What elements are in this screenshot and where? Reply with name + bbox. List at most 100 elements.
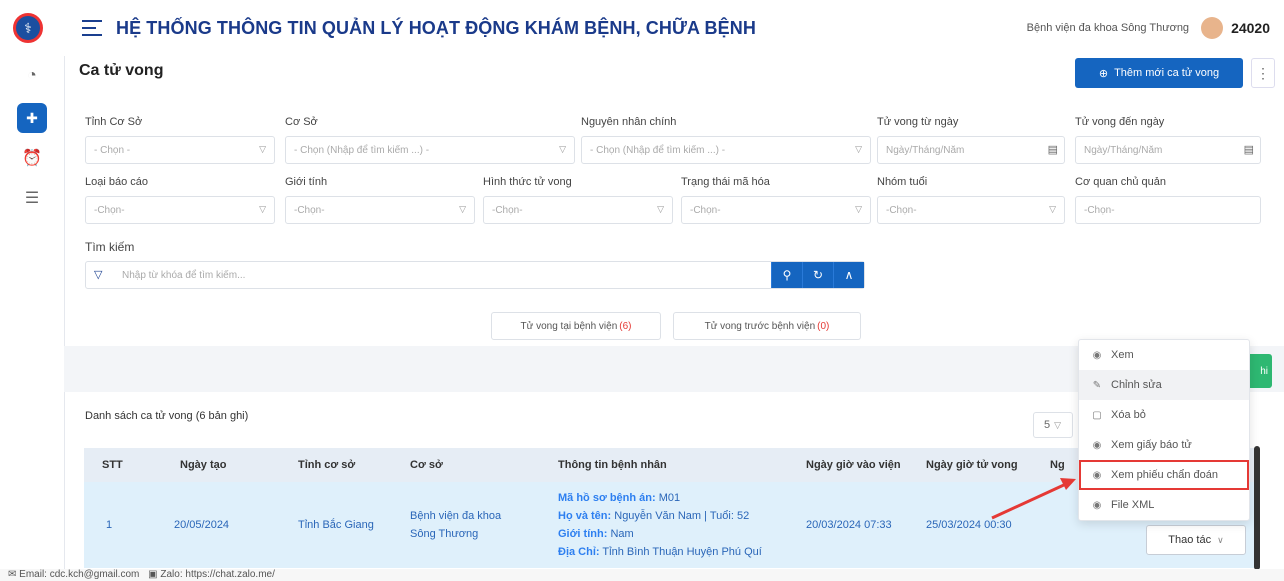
cell-vao-vien: 20/03/2024 07:33 (806, 519, 892, 531)
sidebar: ◔ ✚ ⏰ ☰ (0, 56, 64, 581)
table-scrollbar[interactable] (1254, 446, 1260, 570)
co-so-select[interactable]: - Chọn (Nhập để tìm kiếm ...) - ▽ (285, 136, 575, 164)
chevron-down-icon: ▽ (259, 144, 266, 154)
chevron-down-icon: ▽ (259, 204, 266, 214)
nhom-tuoi-select[interactable]: -Chọn- ▽ (877, 196, 1065, 224)
menu-item-xml[interactable]: ◉ File XML (1079, 490, 1249, 520)
eye-icon: ◉ (1092, 499, 1102, 511)
footer-zalo[interactable]: Zalo: https://chat.zalo.me/ (160, 569, 275, 580)
eye-icon: ◉ (1092, 469, 1102, 481)
col-stt: STT (102, 459, 123, 471)
alarm-icon: ⏰ (22, 150, 42, 167)
filter-panel: Ca tử vong ⊕ Thêm mới ca tử vong ⋮ Tỉnh … (64, 56, 1284, 346)
filter-label-co-quan: Cơ quan chủ quản (1075, 176, 1167, 188)
sidebar-item-list[interactable]: ☰ (0, 178, 64, 218)
refresh-button[interactable]: ↻ (802, 262, 833, 288)
top-header: ⚕ HỆ THỐNG THÔNG TIN QUẢN LÝ HOẠT ĐỘNG K… (0, 0, 1284, 56)
zalo-icon: ▣ (148, 569, 158, 580)
kebab-icon: ⋮ (1256, 64, 1270, 81)
chevron-down-icon: ▽ (855, 204, 862, 214)
calendar-icon: ▤ (1047, 144, 1058, 156)
eye-icon: ◉ (1092, 349, 1102, 361)
cell-tu-vong: 25/03/2024 00:30 (926, 519, 1012, 531)
gioi-tinh-select[interactable]: -Chọn- ▽ (285, 196, 475, 224)
loai-bao-cao-select[interactable]: -Chọn- ▽ (85, 196, 275, 224)
den-ngay-datepicker[interactable]: Ngày/Tháng/Năm ▤ (1075, 136, 1261, 164)
col-co-so: Cơ sở (410, 459, 443, 471)
col-tu-vong: Ngày giờ tử vong (926, 459, 1018, 471)
chevron-up-icon: ∧ (844, 268, 854, 282)
col-vao-vien: Ngày giờ vào viện (806, 459, 901, 471)
cell-ngay-tao: 20/05/2024 (174, 519, 230, 531)
pencil-icon: ✎ (1092, 379, 1102, 391)
page-title: Ca tử vong (79, 62, 164, 79)
menu-item-diagnosis[interactable]: ◉ Xem phiếu chẩn đoán (1079, 460, 1249, 490)
chevron-down-icon: ▽ (657, 204, 664, 214)
action-menu: ◉ Xem ✎ Chỉnh sửa ▢ Xóa bỏ ◉ Xem giấy báo tử… (1078, 339, 1250, 521)
filter-label-trang-thai: Trạng thái mã hóa (681, 176, 770, 188)
calendar-icon: ▤ (1243, 144, 1254, 156)
cell-patient-info: Mã hồ sơ bệnh án: M01 Họ và tên: Nguyễn … (558, 492, 762, 558)
add-death-case-button[interactable]: ⊕ Thêm mới ca tử vong (1075, 58, 1243, 88)
avatar[interactable] (1201, 17, 1224, 39)
chevron-down-icon: ∨ (1217, 534, 1224, 545)
col-thong-tin: Thông tin bệnh nhân (558, 459, 667, 471)
list-icon: ☰ (24, 190, 40, 207)
trang-thai-select[interactable]: -Chọn- ▽ (681, 196, 871, 224)
filter-label-nhom-tuoi: Nhóm tuổi (877, 176, 928, 188)
hospital-icon: ✚ (17, 103, 47, 133)
filter-label-tinh: Tỉnh Cơ Sở (85, 116, 143, 128)
menu-item-delete[interactable]: ▢ Xóa bỏ (1079, 400, 1249, 430)
ministry-logo: ⚕ (0, 0, 56, 56)
action-dropdown-button[interactable]: Thao tác ∨ (1146, 525, 1246, 555)
cell-tinh: Tỉnh Bắc Giang (298, 519, 374, 531)
hospital-name: Bệnh viện đa khoa Sông Thương (1026, 22, 1190, 34)
search-input[interactable]: ▽ Nhập từ khóa để tìm kiếm... ⚲ ↻ ∧ (85, 261, 865, 289)
tab-death-before-hospital[interactable]: Tử vong trước bệnh viện (0) (673, 312, 861, 340)
menu-item-view[interactable]: ◉ Xem (1079, 340, 1249, 370)
plus-circle-icon: ⊕ (1098, 67, 1109, 80)
co-quan-select[interactable]: -Chọn- (1075, 196, 1261, 224)
sidebar-item-dashboard[interactable]: ◔ (0, 56, 64, 96)
chevron-down-icon: ▽ (559, 144, 566, 154)
filter-label-loai: Loại báo cáo (85, 176, 148, 188)
tu-ngay-datepicker[interactable]: Ngày/Tháng/Năm ▤ (877, 136, 1065, 164)
user-id[interactable]: 24020 (1231, 20, 1270, 36)
footer: ✉ Email: cdc.kch@gmail.com ▣ Zalo: https… (0, 569, 1284, 581)
page-size-select[interactable]: 5 ▽ (1033, 412, 1073, 438)
email-icon: ✉ (8, 569, 17, 580)
footer-email[interactable]: Email: cdc.kch@gmail.com (19, 569, 139, 580)
search-icon: ⚲ (782, 268, 792, 282)
collapse-button[interactable]: ∧ (833, 262, 864, 288)
filter-label-coso: Cơ Sở (285, 116, 318, 128)
sidebar-item-alarm[interactable]: ⏰ (0, 138, 64, 178)
tinh-co-so-select[interactable]: - Chọn - ▽ (85, 136, 275, 164)
tab-death-in-hospital[interactable]: Tử vong tại bệnh viện (6) (491, 312, 661, 340)
eye-icon: ◉ (1092, 439, 1102, 451)
filter-funnel-icon[interactable]: ▽ (94, 268, 102, 281)
filter-label-hinh-thuc: Hình thức tử vong (483, 176, 572, 188)
filter-label-tu-ngay: Tử vong từ ngày (877, 116, 959, 128)
search-button[interactable]: ⚲ (771, 262, 802, 288)
refresh-icon: ↻ (812, 268, 824, 282)
menu-item-death-certificate[interactable]: ◉ Xem giấy báo tử (1079, 430, 1249, 460)
search-label: Tìm kiếm (85, 240, 135, 254)
hamburger-menu-icon[interactable] (82, 20, 102, 36)
nguyen-nhan-select[interactable]: - Chọn (Nhập để tìm kiếm ...) - ▽ (581, 136, 871, 164)
trash-icon: ▢ (1092, 409, 1102, 421)
cell-co-so: Bệnh viện đa khoa Sông Thương (410, 510, 502, 540)
chevron-down-icon: ▽ (855, 144, 862, 154)
sidebar-item-hospital[interactable]: ✚ (0, 98, 64, 138)
system-title: HỆ THỐNG THÔNG TIN QUẢN LÝ HOẠT ĐỘNG KHÁ… (116, 17, 756, 38)
cell-stt: 1 (106, 519, 113, 531)
caduceus-icon: ⚕ (13, 13, 43, 43)
filter-label-nguyen-nhan: Nguyên nhân chính (581, 116, 677, 128)
col-ngay-tao: Ngày tạo (180, 459, 227, 471)
chevron-down-icon: ▽ (1049, 204, 1056, 214)
menu-item-edit[interactable]: ✎ Chỉnh sửa (1079, 370, 1249, 400)
list-title: Danh sách ca tử vong (6 bản ghi) (85, 410, 249, 422)
hinh-thuc-select[interactable]: -Chọn- ▽ (483, 196, 673, 224)
more-options-button[interactable]: ⋮ (1251, 58, 1275, 88)
filter-label-gioi-tinh: Giới tính (285, 176, 328, 188)
chevron-down-icon: ▽ (459, 204, 466, 214)
